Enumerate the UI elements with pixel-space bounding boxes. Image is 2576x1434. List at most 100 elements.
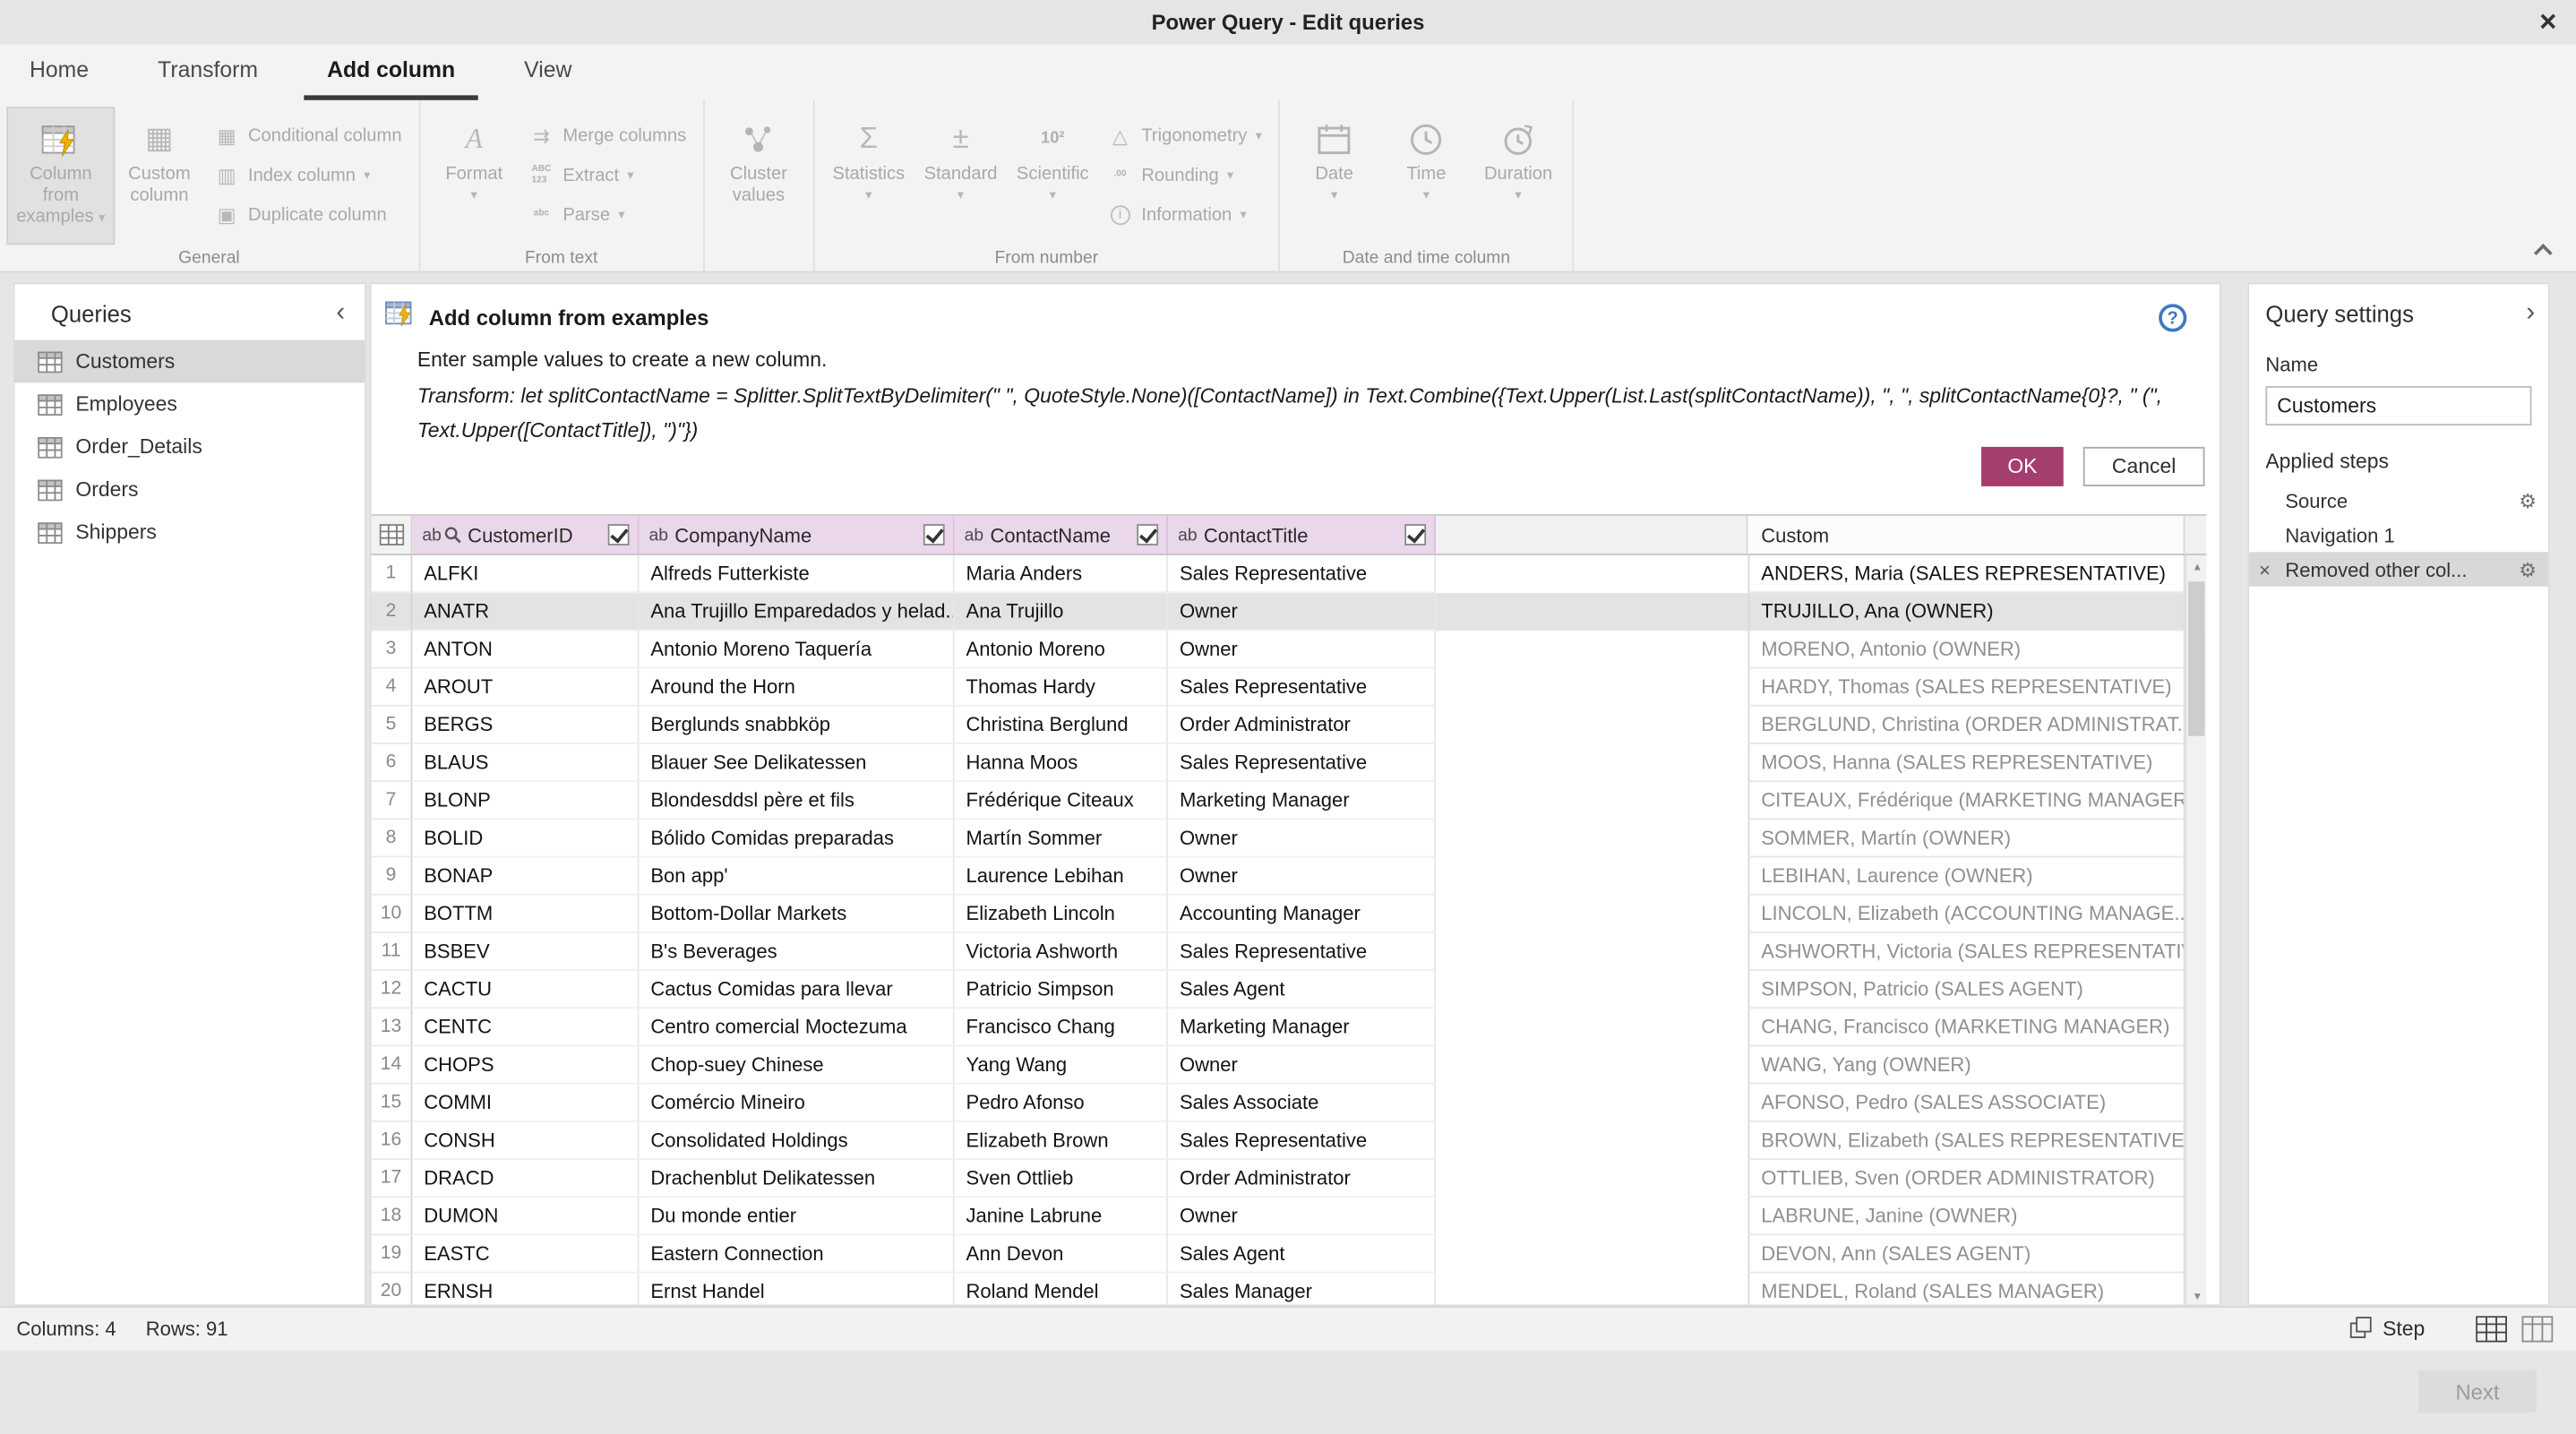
column-header-contact-title[interactable]: ab ContactTitle xyxy=(1168,516,1436,555)
row-number: 10 xyxy=(372,896,413,933)
cell-custom-example[interactable]: TRUJILLO, Ana (OWNER) xyxy=(1748,593,2185,631)
cell-custom-example[interactable]: CHANG, Francisco (MARKETING MANAGER) xyxy=(1748,1009,2185,1046)
custom-column-button[interactable]: ▦ Custom column xyxy=(114,108,206,243)
remove-step-icon[interactable]: × xyxy=(2259,560,2271,580)
table-corner-button[interactable] xyxy=(372,516,413,555)
chevron-down-icon: ▾ xyxy=(1423,186,1430,205)
cell-custom-example[interactable]: BERGLUND, Christina (ORDER ADMINISTRAT..… xyxy=(1748,707,2185,744)
column-header-company-name[interactable]: ab CompanyName xyxy=(640,516,955,555)
step-settings-gear-icon[interactable]: ⚙ xyxy=(2519,560,2537,580)
step-icon xyxy=(2349,1315,2373,1343)
information-button[interactable]: i Information ▾ xyxy=(1099,197,1271,232)
rounding-button[interactable]: .00 Rounding ▾ xyxy=(1099,158,1271,193)
scrollbar-thumb[interactable] xyxy=(2188,581,2204,735)
duplicate-column-button[interactable]: ▣ Duplicate column xyxy=(205,197,409,232)
cell-blank xyxy=(1436,933,1747,971)
query-item[interactable]: Customers xyxy=(15,340,365,383)
tab-add-column[interactable]: Add column xyxy=(304,45,477,100)
parse-button[interactable]: abc Parse ▾ xyxy=(520,197,695,232)
cell-custom-example[interactable]: LABRUNE, Janine (OWNER) xyxy=(1748,1198,2185,1235)
row-number: 20 xyxy=(372,1274,413,1307)
help-icon[interactable]: ? xyxy=(2159,304,2186,331)
conditional-column-button[interactable]: ▦ Conditional column xyxy=(205,118,409,153)
cell-custom-example[interactable]: HARDY, Thomas (SALES REPRESENTATIVE) xyxy=(1748,669,2185,707)
query-name-input[interactable] xyxy=(2265,386,2531,425)
table-row: 17 DRACD Drachenblut Delikatessen Sven O… xyxy=(372,1160,2207,1198)
expand-settings-icon[interactable]: › xyxy=(2526,301,2535,327)
trigonometry-button[interactable]: △ Trigonometry ▾ xyxy=(1099,118,1271,153)
cell-custom-example[interactable]: BROWN, Elizabeth (SALES REPRESENTATIVE) xyxy=(1748,1122,2185,1160)
table-row: 16 CONSH Consolidated Holdings Elizabeth… xyxy=(372,1122,2207,1160)
query-item[interactable]: Orders xyxy=(15,468,365,511)
statistics-button[interactable]: Σ Statistics ▾ xyxy=(823,108,915,243)
columns-count: Columns: 4 xyxy=(16,1318,116,1341)
cell-custom-example[interactable]: SIMPSON, Patricio (SALES AGENT) xyxy=(1748,971,2185,1009)
cell-custom-example[interactable]: MORENO, Antonio (OWNER) xyxy=(1748,631,2185,668)
step-settings-gear-icon[interactable]: ⚙ xyxy=(2519,491,2537,511)
table-row: 18 DUMON Du monde entier Janine Labrune … xyxy=(372,1198,2207,1235)
query-item[interactable]: Shippers xyxy=(15,511,365,554)
applied-step[interactable]: × Removed other col... ⚙ xyxy=(2249,552,2548,587)
query-item[interactable]: Employees xyxy=(15,382,365,425)
column-header-customer-id[interactable]: ab CustomerID xyxy=(412,516,639,555)
table-body: 1 ALFKI Alfreds Futterkiste Maria Anders… xyxy=(372,555,2207,1306)
cell-custom-example[interactable]: ANDERS, Maria (SALES REPRESENTATIVE) xyxy=(1748,555,2185,593)
column-header-contact-name[interactable]: ab ContactName xyxy=(955,516,1168,555)
chevron-down-icon: ▾ xyxy=(618,205,624,224)
collapse-queries-icon[interactable]: ‹ xyxy=(336,301,345,327)
scroll-down-icon[interactable]: ▼ xyxy=(2186,1284,2208,1306)
column-from-examples-button[interactable]: Column from examples ▾ xyxy=(8,108,113,243)
chevron-down-icon: ▾ xyxy=(364,166,370,185)
cell-blank xyxy=(1436,555,1747,593)
merge-columns-button[interactable]: ⇉ Merge columns xyxy=(520,118,695,153)
cancel-button[interactable]: Cancel xyxy=(2083,447,2205,486)
scientific-button[interactable]: 10² Scientific ▾ xyxy=(1007,108,1099,243)
tab-transform[interactable]: Transform xyxy=(134,45,280,100)
ok-button[interactable]: OK xyxy=(1981,447,2064,486)
cell-company-name: Bottom-Dollar Markets xyxy=(640,896,955,933)
table-row: 15 COMMI Comércio Mineiro Pedro Afonso S… xyxy=(372,1085,2207,1122)
cell-custom-example[interactable]: MENDEL, Roland (SALES MANAGER) xyxy=(1748,1274,2185,1307)
cell-custom-example[interactable]: OTTLIEB, Sven (ORDER ADMINISTRATOR) xyxy=(1748,1160,2185,1198)
duration-button[interactable]: Duration ▾ xyxy=(1473,108,1565,243)
tab-home[interactable]: Home xyxy=(6,45,111,100)
date-button[interactable]: Date ▾ xyxy=(1288,108,1380,243)
row-number: 7 xyxy=(372,782,413,820)
column-checkbox[interactable] xyxy=(923,524,945,545)
cell-custom-example[interactable]: MOOS, Hanna (SALES REPRESENTATIVE) xyxy=(1748,744,2185,782)
collapse-ribbon-icon[interactable] xyxy=(2537,242,2556,258)
cluster-values-button[interactable]: Cluster values xyxy=(713,108,805,243)
cell-custom-example[interactable]: LINCOLN, Elizabeth (ACCOUNTING MANAGE... xyxy=(1748,896,2185,933)
cell-contact-name: Martín Sommer xyxy=(955,820,1168,857)
column-checkbox[interactable] xyxy=(1404,524,1426,545)
cell-custom-example[interactable]: WANG, Yang (OWNER) xyxy=(1748,1046,2185,1084)
chevron-down-icon: ▾ xyxy=(1050,186,1056,205)
cell-custom-example[interactable]: LEBIHAN, Laurence (OWNER) xyxy=(1748,857,2185,895)
step-button[interactable]: Step xyxy=(2349,1315,2425,1343)
cell-custom-example[interactable]: DEVON, Ann (SALES AGENT) xyxy=(1748,1235,2185,1273)
applied-step[interactable]: × Navigation 1 ⚙ xyxy=(2249,518,2548,553)
table-row: 6 BLAUS Blauer See Delikatessen Hanna Mo… xyxy=(372,744,2207,782)
applied-step[interactable]: × Source ⚙ xyxy=(2249,483,2548,518)
next-button[interactable]: Next xyxy=(2418,1370,2537,1413)
merge-columns-icon: ⇉ xyxy=(528,124,554,147)
cell-custom-example[interactable]: SOMMER, Martín (OWNER) xyxy=(1748,820,2185,857)
cell-custom-example[interactable]: ASHWORTH, Victoria (SALES REPRESENTATIVE… xyxy=(1748,933,2185,971)
vertical-scrollbar[interactable]: ▲ ▼ xyxy=(2185,555,2206,1306)
standard-button[interactable]: ± Standard ▾ xyxy=(914,108,1007,243)
column-checkbox[interactable] xyxy=(1137,524,1158,545)
close-icon[interactable]: × xyxy=(2527,2,2570,41)
column-checkbox[interactable] xyxy=(608,524,630,545)
cell-custom-example[interactable]: AFONSO, Pedro (SALES ASSOCIATE) xyxy=(1748,1085,2185,1122)
scroll-up-icon[interactable]: ▲ xyxy=(2186,555,2208,579)
time-button[interactable]: Time ▾ xyxy=(1380,108,1473,243)
cell-custom-example[interactable]: CITEAUX, Frédérique (MARKETING MANAGER) xyxy=(1748,782,2185,820)
table-view-icon[interactable] xyxy=(2468,1311,2513,1347)
query-item[interactable]: Order_Details xyxy=(15,425,365,468)
column-view-icon[interactable] xyxy=(2513,1311,2559,1347)
format-button[interactable]: A Format ▾ xyxy=(428,108,520,243)
column-header-custom[interactable]: Custom xyxy=(1748,516,2185,555)
tab-view[interactable]: View xyxy=(501,45,595,100)
extract-button[interactable]: ABC123 Extract ▾ xyxy=(520,158,695,193)
index-column-button[interactable]: ▥ Index column ▾ xyxy=(205,158,409,193)
